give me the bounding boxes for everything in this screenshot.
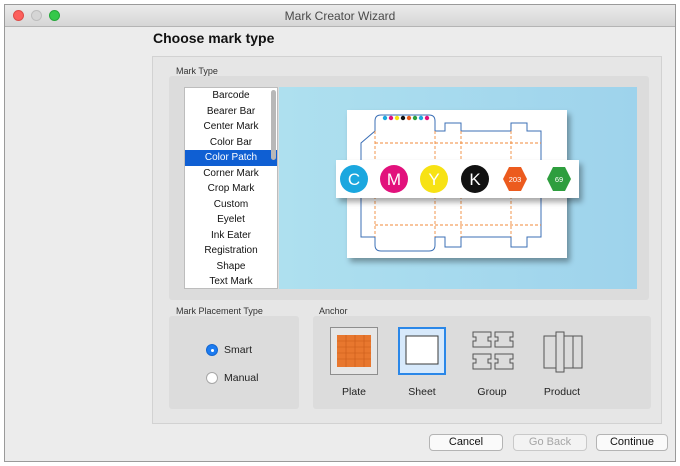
mark-settings-panel: Mark Type Barcode Bearer Bar Center Mark… (152, 56, 662, 424)
mark-type-list[interactable]: Barcode Bearer Bar Center Mark Color Bar… (184, 87, 278, 289)
svg-text:M: M (387, 170, 401, 189)
mark-type-item-text-mark[interactable]: Text Mark (185, 274, 277, 288)
patch-c: C (340, 165, 368, 193)
mark-type-item-barcode[interactable]: Barcode (185, 88, 277, 104)
patch-m: M (380, 165, 408, 193)
anchor-label: Anchor (319, 306, 348, 316)
group-icon[interactable] (468, 327, 516, 375)
cancel-button[interactable]: Cancel (429, 434, 503, 451)
anchor-plate[interactable]: Plate (324, 327, 384, 398)
mark-type-item-center-mark[interactable]: Center Mark (185, 119, 277, 135)
mark-type-item-color-bar[interactable]: Color Bar (185, 135, 277, 151)
placement-type-group (169, 316, 299, 409)
mark-type-item-registration[interactable]: Registration (185, 243, 277, 259)
svg-text:203: 203 (509, 175, 522, 184)
patch-k: K (461, 165, 489, 193)
go-back-button[interactable]: Go Back (513, 434, 587, 451)
list-scrollbar[interactable] (271, 90, 276, 160)
placement-manual-option[interactable]: Manual (206, 372, 258, 384)
placement-smart-option[interactable]: Smart (206, 344, 252, 356)
smart-label: Smart (224, 344, 253, 356)
mark-type-item-shape[interactable]: Shape (185, 259, 277, 275)
anchor-sheet[interactable]: Sheet (392, 327, 452, 398)
group-label: Group (477, 386, 507, 398)
window-title: Mark Creator Wizard (284, 9, 396, 23)
anchor-group-option[interactable]: Group (462, 327, 522, 398)
color-patch-strip (336, 160, 579, 198)
page-title: Choose mark type (153, 30, 275, 46)
mark-type-label: Mark Type (176, 66, 218, 76)
manual-label: Manual (224, 372, 259, 384)
plate-label: Plate (342, 386, 366, 398)
svg-text:C: C (348, 170, 360, 189)
title-bar: Mark Creator Wizard (5, 5, 675, 27)
mark-type-item-custom[interactable]: Custom (185, 197, 277, 213)
patch-y: Y (420, 165, 448, 193)
placement-type-label: Mark Placement Type (176, 306, 263, 316)
preview-illustration: C M Y K 203 69 (336, 110, 579, 258)
anchor-product[interactable]: Product (532, 327, 592, 398)
sheet-label: Sheet (408, 386, 436, 398)
sheet-icon[interactable] (398, 327, 446, 375)
mark-type-item-corner-mark[interactable]: Corner Mark (185, 166, 277, 182)
mark-type-item-color-patch[interactable]: Color Patch (185, 150, 277, 166)
continue-button[interactable]: Continue (596, 434, 668, 451)
smart-radio[interactable] (206, 344, 218, 356)
mark-type-item-eyelet[interactable]: Eyelet (185, 212, 277, 228)
mark-type-item-crop-mark[interactable]: Crop Mark (185, 181, 277, 197)
manual-radio[interactable] (206, 372, 218, 384)
plate-icon[interactable] (330, 327, 378, 375)
mark-type-item-bearer-bar[interactable]: Bearer Bar (185, 104, 277, 120)
svg-text:K: K (469, 170, 481, 189)
mark-preview: C M Y K 203 69 (279, 87, 637, 289)
mark-type-item-ink-eater[interactable]: Ink Eater (185, 228, 277, 244)
svg-text:69: 69 (555, 175, 563, 184)
product-icon[interactable] (538, 327, 586, 375)
svg-text:Y: Y (428, 170, 439, 189)
product-label: Product (543, 386, 581, 398)
